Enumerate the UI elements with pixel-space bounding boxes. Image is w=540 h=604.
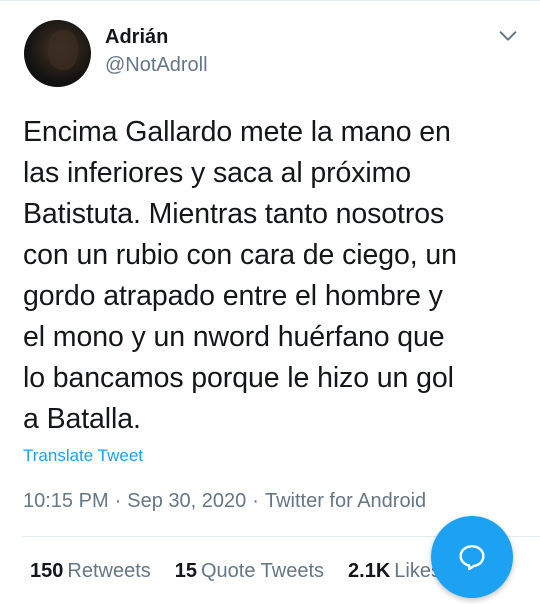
retweets-label: Retweets [67,560,151,582]
avatar-face [48,30,78,70]
quote-tweets-count: 15 [174,560,197,582]
translate-tweet-link[interactable]: Translate Tweet [23,445,143,467]
top-divider [0,0,540,1]
retweets-stat[interactable]: 150 Retweets [30,558,151,584]
tweet-stats: 150 Retweets 15 Quote Tweets 2.1K Likes [30,558,465,584]
quote-tweets-label: Quote Tweets [201,560,325,582]
author-display-name[interactable]: Adrián [105,25,168,49]
retweets-count: 150 [30,560,64,582]
likes-count: 2.1K [348,560,391,582]
tweet-time: 10:15 PM [23,490,109,512]
chevron-down-icon[interactable] [497,25,519,47]
quote-tweets-stat[interactable]: 15 Quote Tweets [175,558,324,584]
meta-separator: · [252,490,259,512]
tweet-text: Encima Gallardo mete la mano en las infe… [23,116,457,435]
compose-reply-button[interactable] [431,516,513,598]
avatar[interactable] [24,20,91,87]
reply-bubble-icon [459,545,485,571]
tweet-metadata: 10:15 PM · Sep 30, 2020 · Twitter for Androi… [23,488,426,514]
author-handle[interactable]: @NotAdroll [105,53,208,77]
tweet-source[interactable]: Twitter for Android [265,488,426,514]
likes-stat[interactable]: 2.1K Likes [348,558,441,584]
tweet-date: Sep 30, 2020 [127,490,247,512]
meta-separator: · [114,490,122,512]
